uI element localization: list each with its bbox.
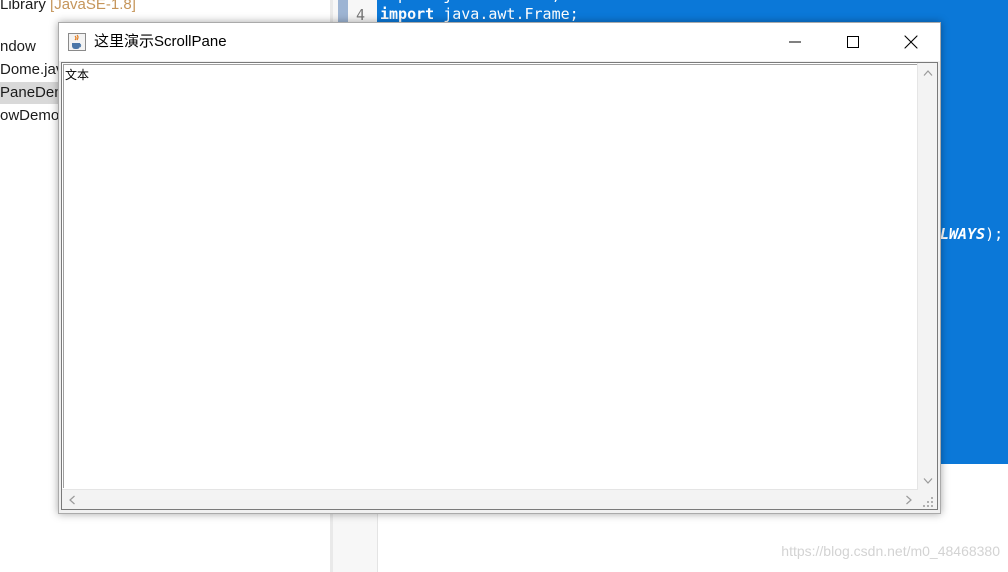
annotation-ruler: [338, 0, 348, 22]
vertical-scrollbar[interactable]: [917, 63, 937, 490]
code-partial-line: LWAYS);: [940, 225, 1003, 243]
minimize-button[interactable]: [766, 23, 824, 61]
chevron-right-icon: [905, 495, 912, 504]
content-label: 文本: [65, 68, 90, 82]
explorer-row-library[interactable]: Library [JavaSE-1.8]: [0, 0, 136, 16]
title-bar[interactable]: 这里演示ScrollPane: [59, 23, 940, 61]
maximize-icon: [847, 36, 859, 48]
code-line-previous: import java.awt.Fra;: [380, 0, 561, 4]
watermark: https://blog.csdn.net/m0_48468380: [781, 543, 1000, 559]
maximize-button[interactable]: [824, 23, 882, 61]
resize-grip[interactable]: [917, 490, 937, 509]
scroll-right-button[interactable]: [900, 491, 917, 508]
code-rest: java.awt.Frame;: [434, 5, 579, 23]
code-tail: );: [985, 225, 1004, 243]
explorer-row-window[interactable]: ndow: [0, 36, 36, 58]
close-icon: [904, 35, 918, 49]
window-title: 这里演示ScrollPane: [94, 33, 227, 50]
scroll-pane[interactable]: 文本: [61, 62, 938, 510]
chevron-down-icon: [923, 477, 932, 484]
jre-version-label: [JavaSE-1.8]: [50, 0, 136, 13]
scroll-left-button[interactable]: [63, 491, 80, 508]
code-constant: LWAYS: [940, 225, 986, 243]
code-keyword: import: [380, 5, 435, 23]
scroll-viewport[interactable]: 文本: [63, 64, 918, 488]
chevron-up-icon: [923, 69, 932, 76]
scroll-down-button[interactable]: [919, 472, 936, 489]
scroll-up-button[interactable]: [919, 64, 936, 81]
library-label: Library: [0, 0, 51, 13]
scrollpane-window: 这里演示ScrollPane 文本: [58, 22, 941, 514]
resize-grip-icon: [923, 497, 933, 507]
java-cup-icon[interactable]: [68, 33, 86, 51]
explorer-row-windowdemo[interactable]: owDemo: [0, 105, 59, 127]
code-line: import java.awt.Frame;: [380, 5, 579, 23]
chevron-left-icon: [68, 495, 75, 504]
close-button[interactable]: [882, 23, 940, 61]
minimize-icon: [789, 41, 801, 43]
horizontal-scrollbar[interactable]: [62, 489, 918, 509]
